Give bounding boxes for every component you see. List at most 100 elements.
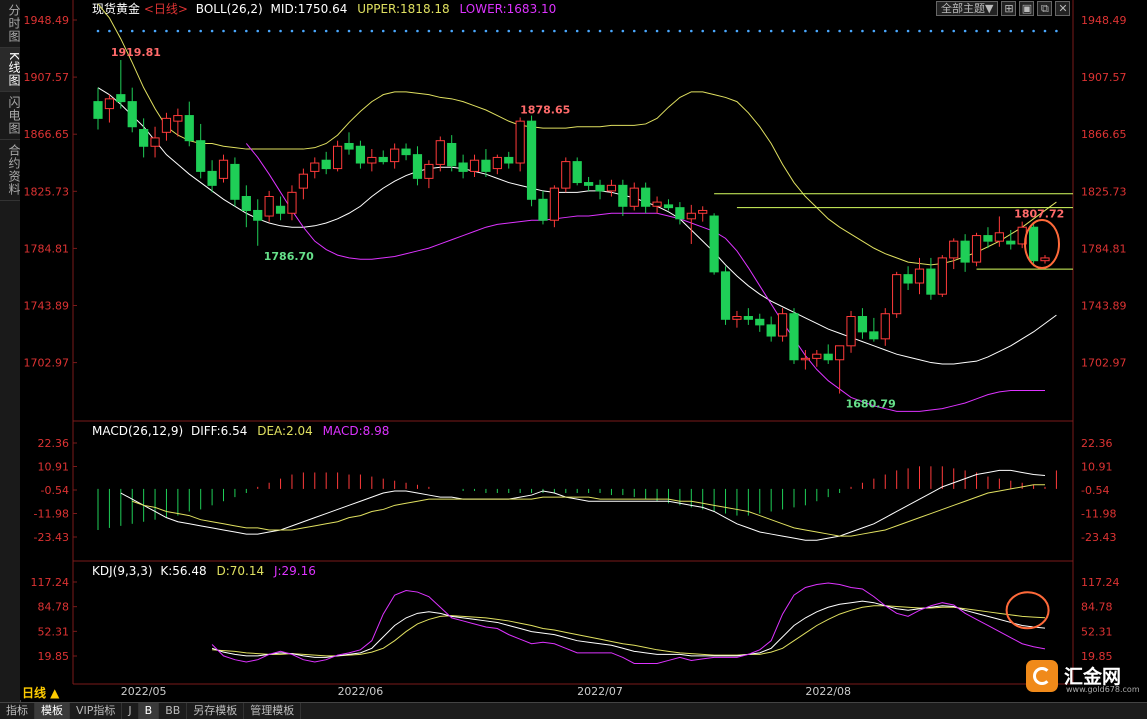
- signal-dot: [199, 29, 202, 33]
- signal-dot: [998, 29, 1001, 33]
- signal-dot: [872, 29, 876, 33]
- candle-body: [949, 240, 959, 259]
- candle-body: [766, 324, 776, 337]
- tab-bb[interactable]: BB: [159, 703, 188, 719]
- candle-body: [104, 98, 115, 110]
- macd-name: MACD(26,12,9): [92, 424, 183, 438]
- candle-body: [720, 271, 731, 320]
- period-selector[interactable]: 日线 ▲: [22, 684, 59, 701]
- macd-dea: DEA:2.04: [257, 424, 313, 438]
- signal-dot: [735, 29, 739, 33]
- signal-dot: [553, 29, 556, 33]
- signal-dot: [804, 29, 807, 33]
- signal-dot: [678, 29, 682, 33]
- signal-dot: [176, 29, 180, 33]
- kdj-header: KDJ(9,3,3) K:56.48 D:70.14 J:29.16: [92, 564, 316, 578]
- tab-contract-info[interactable]: 合约资料: [0, 140, 21, 201]
- theme-dropdown[interactable]: 全部主题▼: [936, 1, 999, 16]
- macd-tick-left: 22.36: [38, 437, 70, 450]
- tab-vip-indicator[interactable]: VIP指标: [70, 703, 123, 719]
- candle-body: [230, 163, 240, 200]
- price-tick-left: 1784.81: [24, 242, 70, 255]
- candle-body: [595, 184, 605, 192]
- candle-body: [800, 357, 811, 361]
- macd-tick-right: 10.91: [1081, 461, 1113, 474]
- layout-icon[interactable]: ▣: [1019, 1, 1035, 16]
- x-tick-label: 2022/08: [805, 685, 851, 698]
- tab-indicator[interactable]: 指标: [0, 703, 35, 719]
- tab-timeshare[interactable]: 分时图: [0, 0, 21, 48]
- tab-flash[interactable]: 闪电图: [0, 92, 21, 140]
- signal-dot: [610, 29, 613, 33]
- candle-body: [777, 313, 788, 337]
- tab-kline[interactable]: K线图: [0, 48, 21, 92]
- tab-save-template[interactable]: 另存模板: [187, 703, 245, 719]
- boll-label: BOLL(26,2): [196, 2, 263, 16]
- grid-icon[interactable]: ⊞: [1001, 1, 1017, 16]
- signal-dot: [416, 29, 419, 33]
- signal-dot: [644, 29, 647, 33]
- candle-body: [698, 209, 708, 214]
- kdj-tick-left: 52.31: [38, 625, 70, 638]
- candle-body: [812, 353, 822, 359]
- candle-body: [458, 162, 468, 172]
- tab-j[interactable]: J: [122, 703, 139, 719]
- candle-body: [367, 156, 377, 164]
- boll-lower: LOWER:1683.10: [460, 2, 557, 16]
- price-annotation: 1680.79: [846, 398, 896, 411]
- candle-body: [1028, 226, 1039, 262]
- header-text: 现货黄金 <日线> BOLL(26,2) MID:1750.64 UPPER:1…: [92, 1, 556, 16]
- macd-tick-right: 22.36: [1081, 437, 1113, 450]
- candle-body: [93, 101, 103, 119]
- candle-body: [709, 215, 719, 273]
- candle-body: [287, 191, 297, 214]
- signal-dot: [701, 29, 705, 33]
- bottom-toolbar: 指标 模板 VIP指标 J B BB 另存模板 管理模板: [0, 702, 1147, 719]
- macd-value: MACD:8.98: [323, 424, 390, 438]
- tab-manage-template[interactable]: 管理模板: [244, 703, 302, 719]
- signal-dot: [986, 29, 990, 33]
- kline-chart[interactable]: 现货黄金 <日线> BOLL(26,2) MID:1750.64 UPPER:1…: [20, 0, 1147, 700]
- signal-dot: [883, 29, 887, 33]
- signal-dot: [724, 29, 727, 33]
- signal-dot: [564, 29, 568, 33]
- x-tick-label: 2022/05: [121, 685, 167, 698]
- signal-dot: [826, 29, 830, 33]
- candle-body: [378, 156, 388, 163]
- kdj-tick-left: 117.24: [31, 576, 70, 589]
- kdj-j: J:29.16: [273, 564, 316, 578]
- signal-dot: [245, 29, 248, 33]
- price-annotation: 1786.70: [264, 250, 314, 263]
- price-tick-left: 1948.49: [24, 14, 70, 27]
- candle-body: [960, 240, 970, 263]
- signal-dot: [975, 29, 978, 33]
- candle-body: [150, 137, 160, 147]
- macd-tick-right: -0.54: [1081, 484, 1109, 497]
- candle-body: [994, 232, 1004, 242]
- signal-dot: [484, 29, 488, 33]
- signal-dot: [632, 29, 636, 33]
- tab-b[interactable]: B: [138, 703, 160, 719]
- kdj-tick-left: 19.85: [38, 650, 70, 663]
- close-icon[interactable]: ✕: [1055, 1, 1071, 16]
- candle-body: [355, 145, 366, 164]
- signal-dot: [267, 29, 271, 33]
- symbol-name: 现货黄金: [92, 1, 140, 16]
- signal-dot: [655, 29, 659, 33]
- price-tick-right: 1825.73: [1081, 185, 1127, 198]
- kdj-tick-left: 84.78: [38, 601, 70, 614]
- signal-dot: [941, 29, 944, 33]
- tab-template[interactable]: 模板: [35, 703, 70, 719]
- top-toolbar: 全部主题▼ ⊞ ▣ ⧉ ✕: [936, 1, 1071, 16]
- candle-body: [823, 353, 833, 361]
- candle-body: [880, 313, 890, 340]
- candle-body: [1040, 257, 1050, 262]
- candle-body: [926, 268, 936, 295]
- restore-icon[interactable]: ⧉: [1037, 1, 1053, 16]
- signal-dot: [1032, 29, 1035, 33]
- signal-dot: [438, 29, 442, 33]
- signal-dot: [963, 29, 967, 33]
- kdj-tick-right: 84.78: [1081, 601, 1113, 614]
- signal-dot: [393, 29, 396, 33]
- signal-dot: [461, 29, 465, 33]
